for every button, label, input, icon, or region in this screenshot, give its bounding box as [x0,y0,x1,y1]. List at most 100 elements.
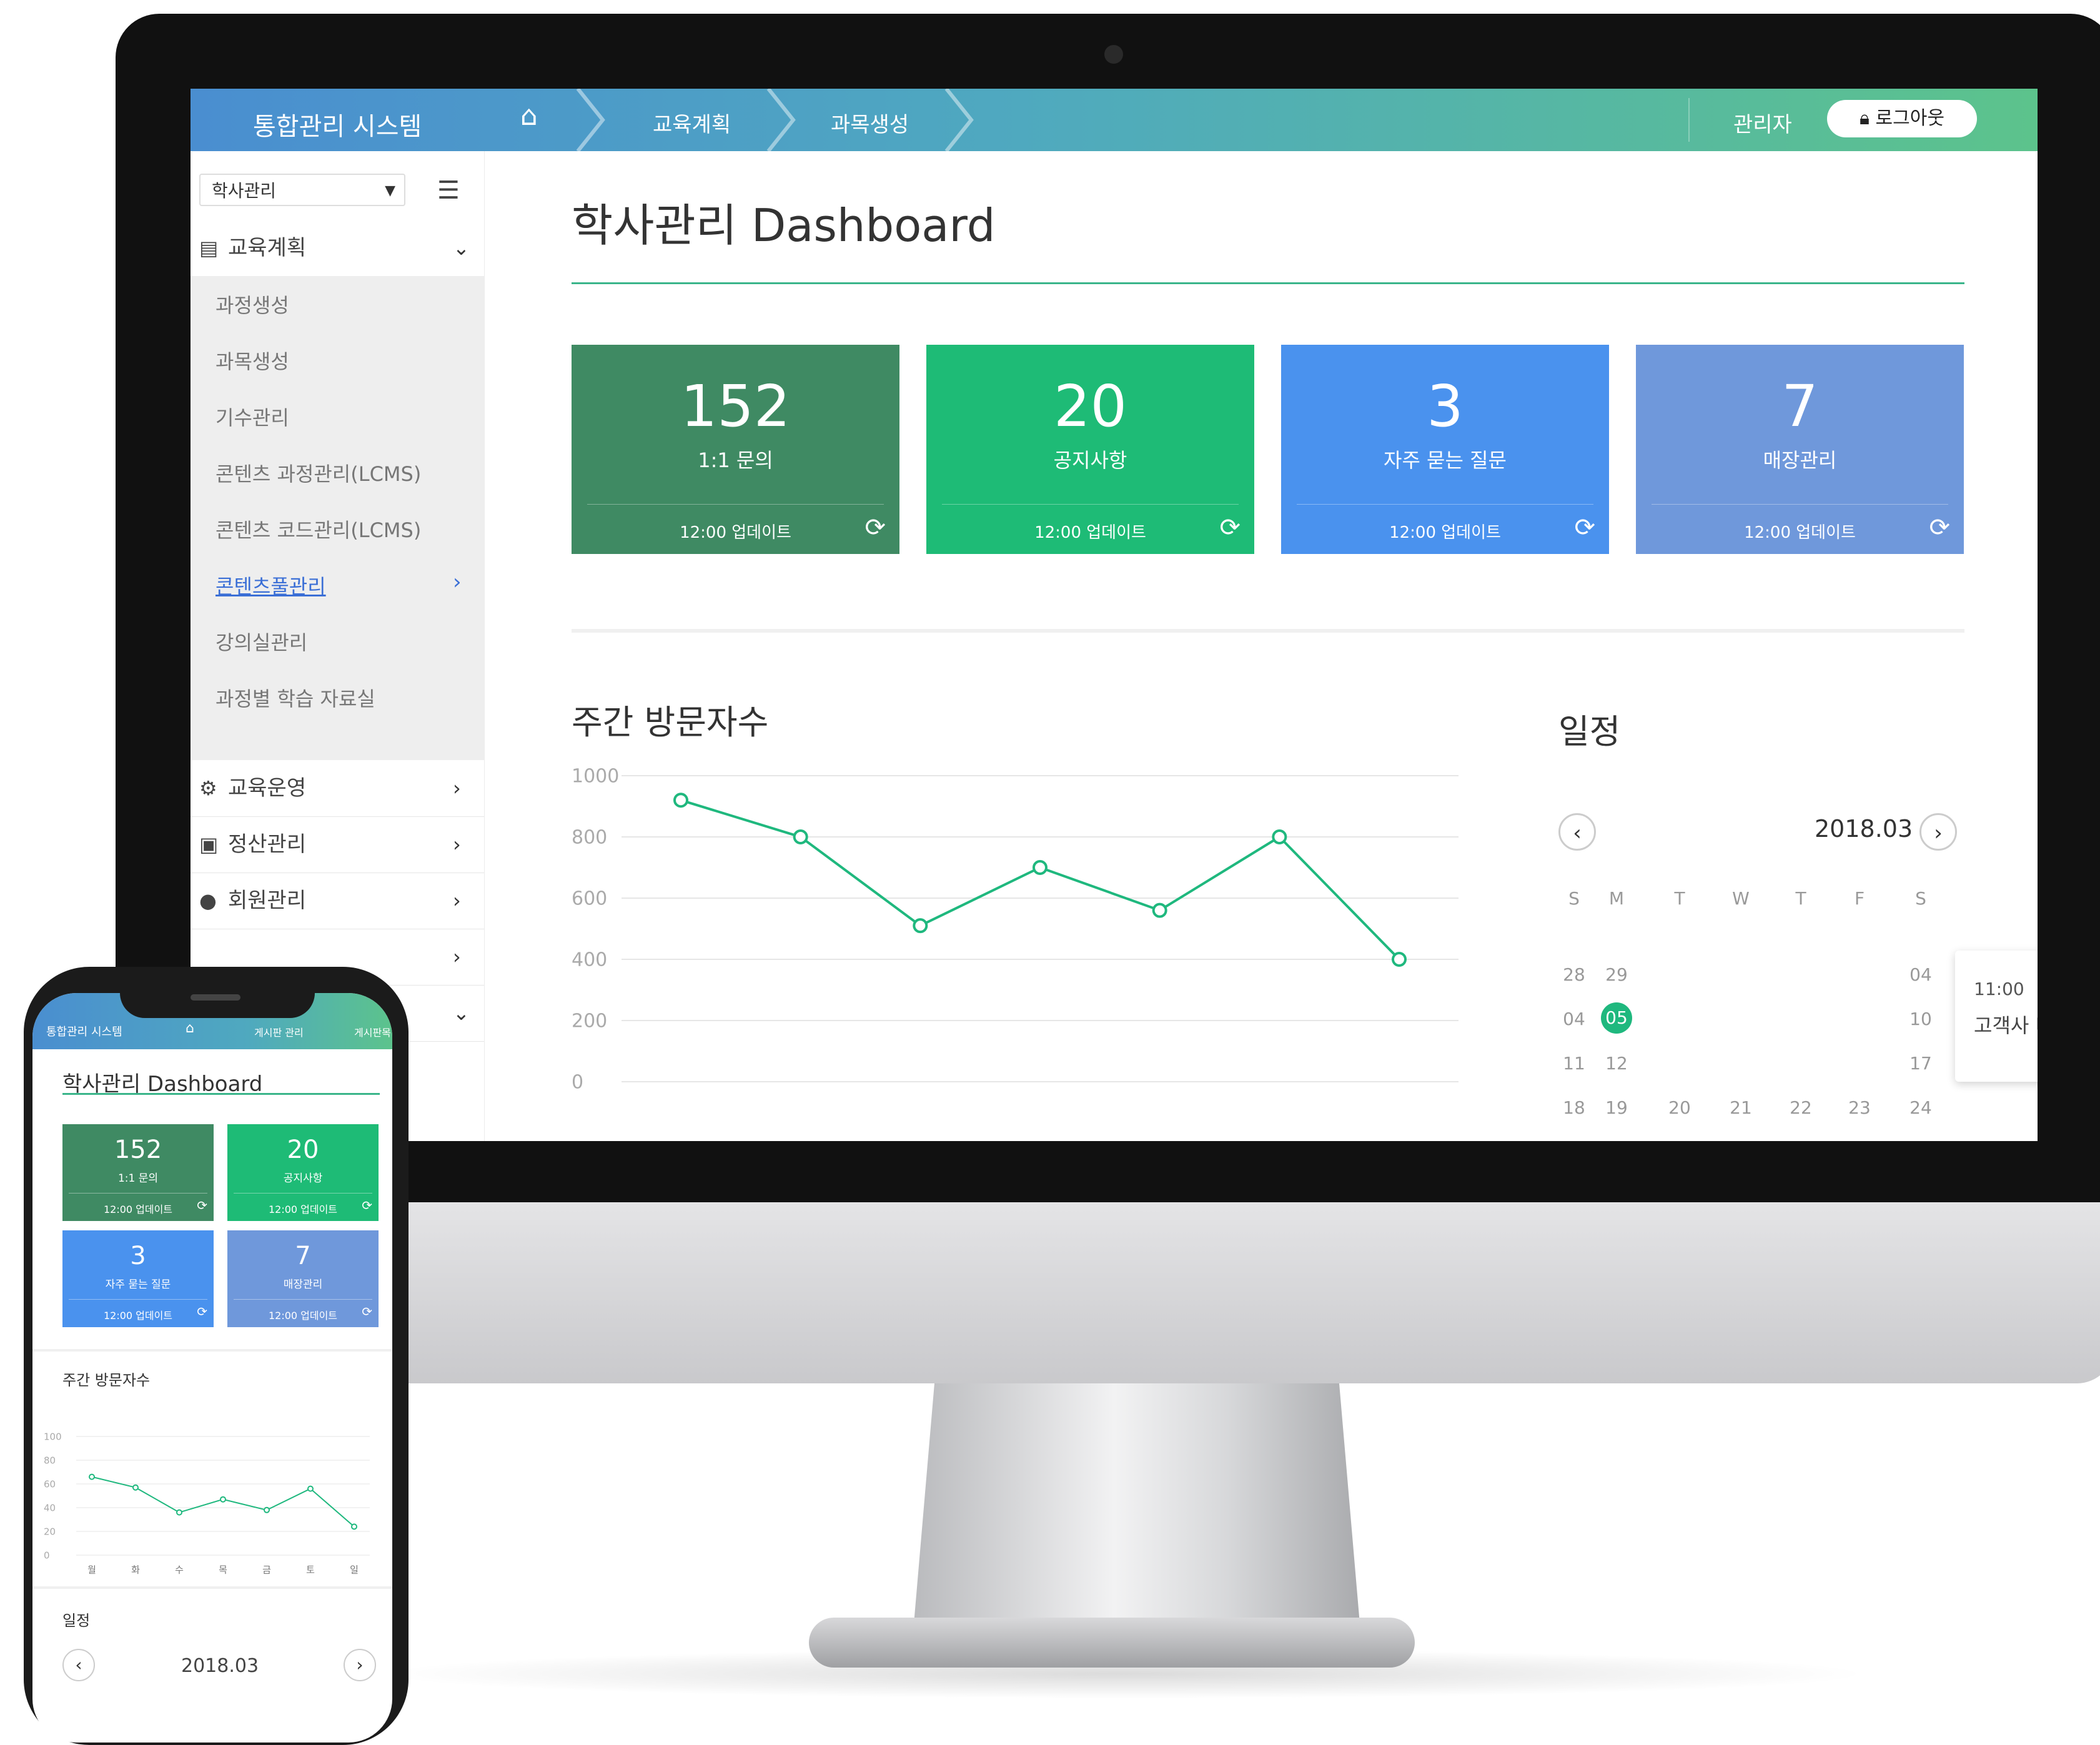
stat-updated: 12:00 업데이트 [1034,523,1146,542]
gear-icon: ⚙︎ [199,776,217,800]
stat-value: 7 [1781,373,1818,440]
chevron-right-icon: › [453,945,461,969]
calendar-day[interactable]: 04 [1555,1009,1593,1029]
stat-updated: 12:00 업데이트 [103,1204,173,1215]
stat-updated: 12:00 업데이트 [680,523,791,542]
x-tick-label: 토 [306,1565,315,1576]
phone-breadcrumb-item-1[interactable]: 게시판 관리 [254,1024,304,1039]
sidebar-group-education-plan[interactable]: ▤ 교육계획 ⌄ [191,220,484,277]
phone-section-divider [32,1586,392,1589]
sidebar-group-members[interactable]: ● 회원관리 › [191,872,484,929]
sidebar-subitem-active[interactable]: 콘텐츠풀관리 [215,571,326,600]
weekly-visitors-title: 주간 방문자수 [572,703,769,742]
monitor-chin [116,1202,2100,1383]
sidebar-subitem[interactable]: 콘텐츠 과정관리(LCMS) [215,458,421,487]
stat-value: 3 [130,1242,146,1270]
sidebar-group-label: 정산관리 [228,832,307,857]
admin-label[interactable]: 관리자 [1733,107,1792,138]
calendar-weekday: W [1732,888,1750,909]
sidebar-subitem[interactable]: 기수관리 [215,402,289,431]
phone-stat-card-store[interactable]: 7 매장관리 12:00 업데이트 ⟳ [227,1230,379,1327]
calendar-day[interactable]: 10 [1902,1009,1939,1029]
calendar-day[interactable]: 21 [1722,1097,1760,1118]
y-tick-label: 200 [572,1011,607,1032]
calendar-day[interactable]: 04 [1902,964,1939,985]
calendar-day[interactable]: 23 [1841,1097,1878,1118]
sidebar-subitem[interactable]: 과정별 학습 자료실 [215,683,375,712]
refresh-icon[interactable]: ⟳ [197,1198,207,1213]
y-tick-label: 60 [44,1478,56,1490]
phone-brand-title[interactable]: 통합관리 시스템 [46,1023,122,1039]
calendar-day[interactable]: 18 [1555,1097,1593,1118]
y-tick-label: 20 [44,1526,56,1537]
breadcrumb-item-2[interactable]: 과목생성 [831,107,909,138]
phone-calendar-prev-button[interactable]: ‹ [62,1649,95,1681]
logout-button[interactable]: 🔒︎ 로그아웃 [1827,100,1977,137]
refresh-icon[interactable]: ⟳ [864,513,886,542]
card-divider [1297,504,1593,505]
menu-select[interactable]: 학사관리 ▼ [199,174,405,206]
section-divider [572,629,1964,633]
stat-card-inquiry[interactable]: 152 1:1 문의 12:00 업데이트 ⟳ [572,345,899,554]
refresh-icon[interactable]: ⟳ [1574,513,1595,542]
phone-stat-card-inquiry[interactable]: 152 1:1 문의 12:00 업데이트 ⟳ [62,1124,214,1221]
event-title: 고객사 미팅 (1층 회의실) [1974,1014,2038,1037]
calendar-day[interactable]: 11 [1555,1053,1593,1074]
sidebar-group-education-operation[interactable]: ⚙︎ 교육운영 › [191,760,484,817]
home-icon[interactable]: ⌂ [186,1021,194,1036]
phone-title-divider [62,1093,380,1095]
card-divider [1652,504,1948,505]
sidebar-subitem[interactable]: 콘텐츠 코드관리(LCMS) [215,515,421,543]
phone-weekly-visitors-title: 주간 방문자수 [62,1372,151,1389]
data-point [673,793,688,808]
brand-title[interactable]: 통합관리 시스템 [253,106,422,142]
stat-label: 자주 묻는 질문 [105,1278,171,1291]
sidebar-group-settlement[interactable]: ▣ 정산관리 › [191,816,484,873]
stat-label: 1:1 문의 [698,448,773,472]
calendar-day[interactable]: 24 [1902,1097,1939,1118]
data-point [307,1485,314,1492]
calendar-weekday: S [1915,888,1926,909]
phone-calendar-next-button[interactable]: › [344,1649,376,1681]
y-tick-label: 800 [572,827,607,849]
calendar-next-button[interactable]: › [1919,813,1957,851]
calendar-day[interactable]: 22 [1782,1097,1820,1118]
home-icon[interactable]: ⌂ [520,100,538,132]
phone-breadcrumb-item-2[interactable]: 게시판목 [354,1024,391,1039]
event-popup[interactable]: 11:00 고객사 미팅 (1층 회의실) [1955,951,2038,1082]
calendar-day[interactable]: 29 [1598,964,1635,985]
calendar-day[interactable]: 28 [1555,964,1593,985]
menu-select-value: 학사관리 [212,180,277,201]
calendar-day[interactable]: 12 [1598,1053,1635,1074]
stat-label: 공지사항 [1053,448,1127,472]
stat-card-faq[interactable]: 3 자주 묻는 질문 12:00 업데이트 ⟳ [1281,345,1609,554]
x-tick-label: 금 [262,1565,271,1576]
refresh-icon[interactable]: ⟳ [362,1304,372,1319]
data-point [264,1506,270,1513]
lock-icon: 🔒︎ [1860,107,1870,129]
calendar-day-selected[interactable]: 05 [1601,1002,1632,1034]
refresh-icon[interactable]: ⟳ [1219,513,1241,542]
phone-stat-card-faq[interactable]: 3 자주 묻는 질문 12:00 업데이트 ⟳ [62,1230,214,1327]
calendar-day[interactable]: 19 [1598,1097,1635,1118]
breadcrumb-item-1[interactable]: 교육계획 [653,107,731,138]
refresh-icon[interactable]: ⟳ [362,1198,372,1213]
y-tick-label: 600 [572,888,607,910]
sidebar-subitem[interactable]: 강의실관리 [215,627,307,656]
calendar-day[interactable]: 17 [1902,1053,1939,1074]
sidebar-subitem[interactable]: 과목생성 [215,346,289,375]
menu-toggle-icon[interactable]: ☰ [437,176,460,205]
chevron-right-icon: › [453,776,461,800]
stat-card-notice[interactable]: 20 공지사항 12:00 업데이트 ⟳ [926,345,1254,554]
calendar-prev-button[interactable]: ‹ [1558,813,1596,851]
phone-speaker [191,994,240,1001]
stat-card-store[interactable]: 7 매장관리 12:00 업데이트 ⟳ [1636,345,1964,554]
stat-value: 7 [295,1242,311,1270]
calendar-day[interactable]: 20 [1661,1097,1698,1118]
refresh-icon[interactable]: ⟳ [1929,513,1950,542]
y-tick-label: 0 [572,1072,583,1094]
main-content: 학사관리 Dashboard 152 1:1 문의 12:00 업데이트 ⟳ 2… [484,151,2038,1141]
phone-stat-card-notice[interactable]: 20 공지사항 12:00 업데이트 ⟳ [227,1124,379,1221]
sidebar-subitem[interactable]: 과정생성 [215,290,289,319]
refresh-icon[interactable]: ⟳ [197,1304,207,1319]
